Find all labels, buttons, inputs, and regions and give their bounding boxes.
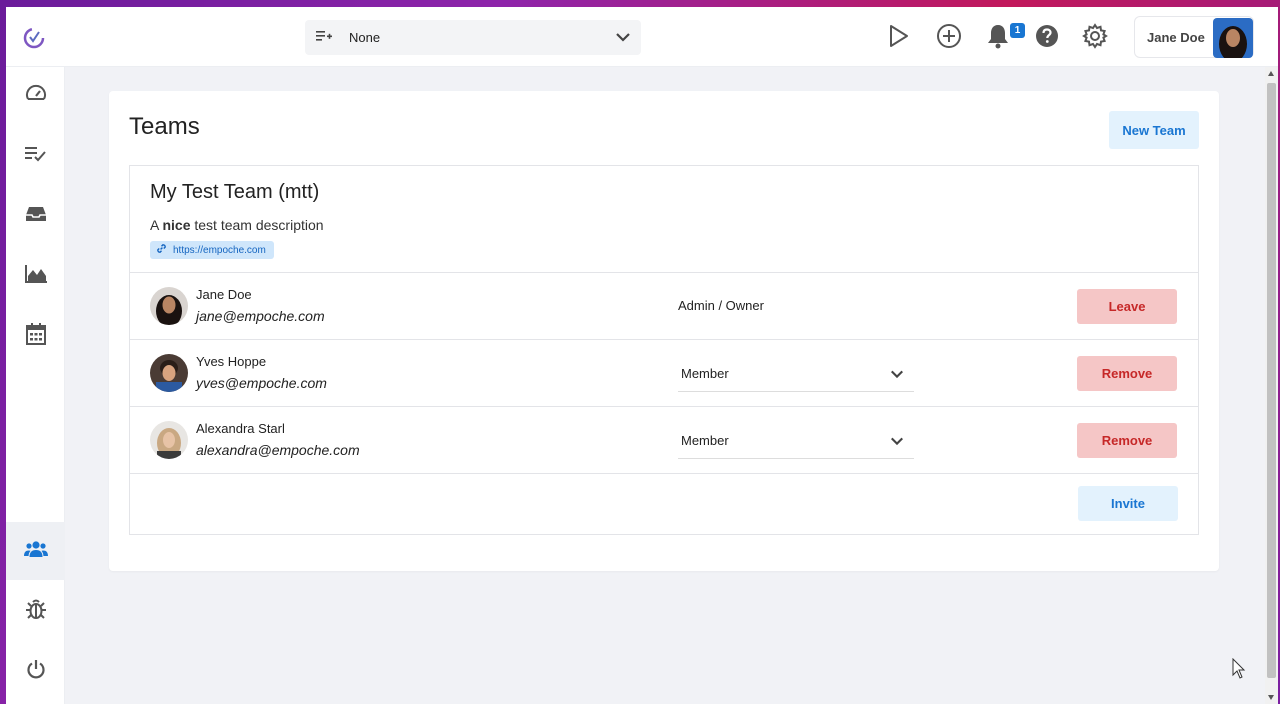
avatar [1213,18,1253,58]
sidebar-item-calendar[interactable] [6,307,65,365]
team-panel: My Test Team (mtt) A nice test team desc… [129,165,1199,535]
calendar-icon [25,322,46,350]
member-name: Jane Doe [196,287,252,302]
page-title: Teams [129,113,200,140]
play-icon[interactable] [885,22,913,50]
checklist-icon [24,145,47,168]
sidebar-item-dashboard[interactable] [6,67,65,125]
link-icon [156,243,167,257]
sidebar-item-teams[interactable] [6,522,65,580]
sidebar-item-inbox[interactable] [6,187,65,245]
area-chart-icon [24,264,48,289]
filter-value: None [349,30,381,45]
scroll-up-icon[interactable] [1268,71,1274,76]
gear-icon[interactable] [1081,22,1109,50]
avatar [150,354,188,392]
sidebar-item-logout[interactable] [6,642,65,700]
scrollbar-thumb[interactable] [1267,83,1276,678]
team-link-text: https://empoche.com [173,244,266,256]
member-name: Alexandra Starl [196,421,285,436]
sidebar-item-debug[interactable] [6,582,65,640]
member-email: yves@empoche.com [196,375,327,391]
member-email: alexandra@empoche.com [196,442,360,458]
member-role-select[interactable]: Member [678,424,914,459]
page-scrollbar[interactable] [1265,67,1278,704]
app-logo-icon[interactable] [20,24,48,52]
team-member-row: Yves Hoppe yves@empoche.com Member Remov… [130,339,1198,406]
member-role: Admin / Owner [678,298,764,313]
app-window: None 1 Jane Doe Teams New Team My Test T… [6,7,1278,704]
add-circle-icon[interactable] [935,22,963,50]
leave-button[interactable]: Leave [1077,289,1177,324]
team-description-bold: nice [162,217,191,233]
member-email: jane@empoche.com [196,308,325,324]
invite-row: Invite [130,473,1198,535]
mouse-cursor-icon [1232,657,1246,685]
member-name: Yves Hoppe [196,354,267,369]
help-icon[interactable] [1033,22,1061,50]
chevron-down-icon [890,434,904,453]
member-role-value: Member [681,433,729,448]
chevron-down-icon [890,367,904,386]
member-role-value: Member [681,366,729,381]
notification-badge: 1 [1010,23,1025,38]
team-description-prefix: A [150,217,163,233]
scroll-down-icon[interactable] [1268,695,1274,700]
inbox-icon [25,204,47,229]
remove-member-button[interactable]: Remove [1077,356,1177,391]
bell-icon[interactable] [984,22,1012,50]
team-website-link[interactable]: https://empoche.com [150,241,274,259]
user-name: Jane Doe [1147,30,1205,45]
bug-icon [25,598,47,625]
top-bar: None 1 Jane Doe [6,7,1278,67]
team-name: My Test Team (mtt) [150,181,320,203]
avatar [150,421,188,459]
team-description: A nice test team description [150,217,324,233]
sidebar-item-reports[interactable] [6,247,65,305]
power-icon [26,659,46,684]
teams-card: Teams New Team My Test Team (mtt) A nice… [109,91,1219,571]
invite-button[interactable]: Invite [1078,486,1178,521]
team-member-row: Alexandra Starl alexandra@empoche.com Me… [130,406,1198,473]
chevron-down-icon [615,29,631,50]
playlist-add-icon [316,30,332,49]
new-team-button[interactable]: New Team [1109,111,1199,149]
sidebar [6,67,65,704]
remove-member-button[interactable]: Remove [1077,423,1177,458]
team-member-row: Jane Doe jane@empoche.com Admin / Owner … [130,272,1198,339]
filter-select[interactable]: None [305,20,641,55]
users-icon [23,540,48,563]
speedometer-icon [25,83,47,110]
avatar [150,287,188,325]
member-role-select[interactable]: Member [678,357,914,392]
sidebar-item-tasks[interactable] [6,127,65,185]
team-description-suffix: test team description [190,217,324,233]
user-menu[interactable]: Jane Doe [1134,16,1254,58]
